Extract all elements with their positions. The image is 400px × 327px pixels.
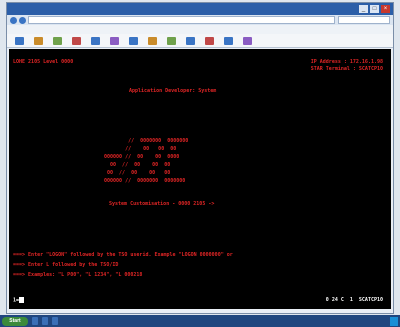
font-icon[interactable] [110, 36, 119, 45]
search-input[interactable] [338, 16, 390, 24]
taskbar-item[interactable] [52, 317, 58, 325]
cursor [19, 297, 25, 303]
address-bar [7, 15, 393, 25]
emulator-toolbar [7, 34, 393, 48]
help-icon[interactable] [224, 36, 233, 45]
home-icon[interactable] [72, 36, 81, 45]
terminal-status: 0 24 C 1 SCATCP10 [325, 297, 383, 303]
macro-icon[interactable] [243, 36, 252, 45]
print-icon[interactable] [91, 36, 100, 45]
system-clock [390, 316, 398, 326]
ascii-logo: // 0000000 0000000 // 00 00 00 000000 //… [104, 138, 189, 184]
back-nav-icon[interactable] [10, 16, 17, 24]
forward-icon[interactable] [34, 36, 43, 45]
copy-icon[interactable] [148, 36, 157, 45]
taskbar-item[interactable] [42, 317, 48, 325]
instruction-line: ===> Enter L followed by the TSO/ID [13, 262, 119, 268]
instruction-line: ===> Enter "LOGON" followed by the TSO u… [13, 252, 233, 258]
keyboard-icon[interactable] [186, 36, 195, 45]
window-titlebar: _ □ × [7, 3, 393, 15]
browser-window: _ □ × LOHE 2105 Level 0000 IP Address : … [6, 2, 394, 314]
menu-bar [7, 25, 393, 34]
logon-instructions: ===> Enter "LOGON" followed by the TSO u… [13, 250, 233, 280]
settings-icon[interactable] [205, 36, 214, 45]
color-icon[interactable] [129, 36, 138, 45]
application-title: Application Developer: System [129, 88, 217, 94]
start-button[interactable]: Start [2, 316, 28, 326]
minimize-button[interactable]: _ [359, 5, 368, 13]
terminal-id-text: STAR Terminal : SCATCP10 [310, 66, 383, 72]
terminal-header-left: LOHE 2105 Level 0000 [13, 59, 74, 65]
ip-address-text: IP Address : 172.16.1.98 [310, 59, 383, 65]
terminal-screen[interactable]: LOHE 2105 Level 0000 IP Address : 172.16… [9, 49, 391, 309]
url-input[interactable] [28, 16, 335, 24]
instruction-line: ===> Examples: "L P00", "L 1234", "L 000… [13, 272, 143, 278]
forward-nav-icon[interactable] [19, 16, 26, 24]
paste-icon[interactable] [167, 36, 176, 45]
maximize-button[interactable]: □ [370, 5, 379, 13]
taskbar-item[interactable] [32, 317, 38, 325]
refresh-icon[interactable] [53, 36, 62, 45]
taskbar: Start [0, 315, 400, 327]
system-customisation-text: System Customisation - 0000 2105 -> [109, 201, 215, 207]
back-icon[interactable] [15, 36, 24, 45]
terminal-header-right: IP Address : 172.16.1.98 STAR Terminal : … [311, 59, 383, 73]
command-input[interactable]: 1= [13, 297, 25, 304]
close-button[interactable]: × [381, 5, 390, 13]
